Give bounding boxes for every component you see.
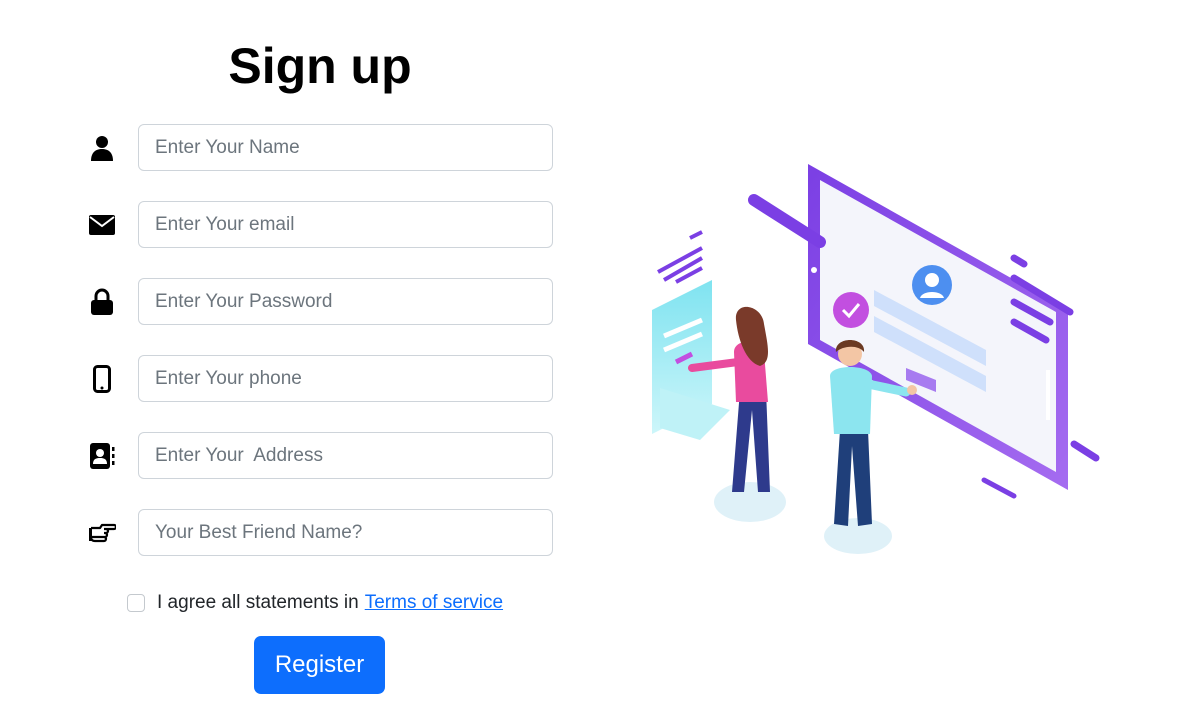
terms-of-service-link[interactable]: Terms of service [365,592,503,614]
signup-form: Sign up Enter Your Name Enter Your email… [0,0,640,718]
agree-text: I agree all statements in [157,592,359,613]
register-button[interactable]: Register [254,636,385,694]
address-book-icon [86,441,118,471]
address-input[interactable] [138,432,553,479]
phone-row [86,355,556,403]
envelope-icon [86,210,118,240]
password-row [86,278,556,326]
friend-row [86,509,556,557]
mobile-phone-icon [86,364,118,394]
check-badge-icon [833,292,869,328]
email-row [86,201,556,249]
signup-illustration [630,140,1130,570]
address-row [86,432,556,480]
password-input[interactable] [138,278,553,325]
lock-icon [86,287,118,317]
person-icon [86,133,118,163]
name-input[interactable] [138,124,553,171]
page-title: Sign up [228,38,412,94]
best-friend-input[interactable] [138,509,553,556]
hand-pointing-icon [86,518,118,548]
agree-checkbox[interactable] [127,594,145,612]
phone-input[interactable] [138,355,553,402]
agree-terms: I agree all statements in Terms of servi… [127,590,503,616]
email-input[interactable] [138,201,553,248]
name-row [86,124,556,172]
